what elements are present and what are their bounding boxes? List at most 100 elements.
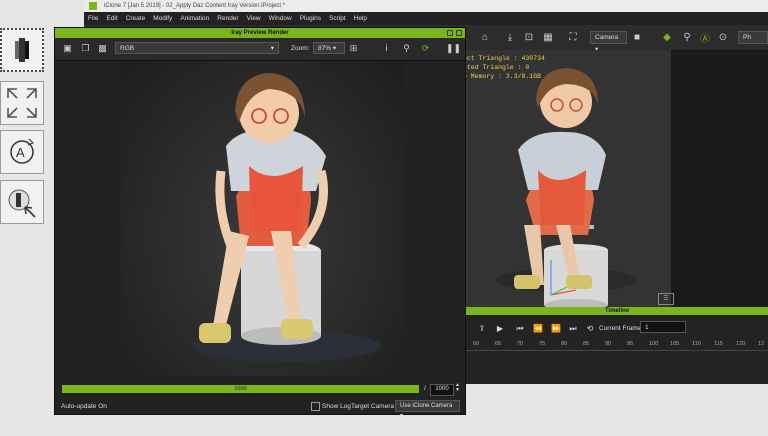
ruler-tick: 100	[649, 341, 659, 347]
target-camera-select[interactable]: Use iClone Camera ▾	[395, 400, 460, 419]
menu-script[interactable]: Script	[329, 15, 346, 22]
text-rotate-icon: A	[10, 138, 34, 164]
current-frame-input[interactable]: 1	[640, 321, 686, 333]
play-icon[interactable]: ▶	[494, 323, 506, 335]
timeline-title: Timeline	[466, 307, 768, 315]
export-icon[interactable]: ⇪	[476, 323, 488, 335]
zoom-select[interactable]: 87% ▾	[313, 42, 345, 54]
stat-triangle: ect Triangle : 430734	[463, 55, 545, 62]
zoom-label: Zoom:	[291, 45, 310, 52]
fit-view-icon	[7, 88, 37, 118]
menu-render[interactable]: Render	[217, 15, 238, 22]
grid-icon[interactable]: ▦	[541, 30, 555, 44]
menu-window[interactable]: Window	[269, 15, 292, 22]
last-frame-icon[interactable]: ⏭	[567, 323, 579, 335]
current-frame-label: Current Frame	[599, 325, 642, 332]
ruler-tick: 80	[561, 341, 568, 347]
selection-icon	[15, 38, 29, 62]
stat-selected-triangle: cted Triangle : 0	[463, 64, 530, 71]
ruler-tick: 60	[473, 341, 480, 347]
tile-pick-target[interactable]	[0, 180, 44, 224]
ruler-line	[466, 350, 768, 351]
menu-file[interactable]: File	[88, 15, 98, 22]
menu-create[interactable]: Create	[126, 15, 146, 22]
camera-view-icon[interactable]: ⛶	[566, 30, 580, 44]
ruler-tick: 75	[539, 341, 546, 347]
menu-modify[interactable]: Modify	[153, 15, 172, 22]
max-iterations-input[interactable]: 1000	[430, 384, 454, 396]
save-icon[interactable]: ▣	[61, 42, 74, 55]
channel-value: RGB	[120, 45, 135, 52]
home-icon[interactable]: ⌂	[478, 30, 492, 44]
close-icon[interactable]	[456, 30, 462, 36]
target-camera-value: Use iClone Camera	[400, 403, 453, 409]
download-icon[interactable]: ⤓	[503, 30, 517, 44]
checker-icon[interactable]: ▩	[96, 42, 109, 55]
copy-icon[interactable]: ❐	[79, 42, 92, 55]
render-progress-bar: 1000	[62, 385, 419, 393]
menu-animation[interactable]: Animation	[180, 15, 209, 22]
rendered-character	[191, 73, 381, 362]
video-camera-icon[interactable]: ■	[630, 30, 644, 44]
ruler-tick: 70	[517, 341, 524, 347]
camera-select-value: Camera	[595, 34, 619, 41]
ruler-tick: 65	[495, 341, 502, 347]
ruler-tick: 95	[627, 341, 634, 347]
ruler-tick: 90	[605, 341, 612, 347]
timeline-panel: ⇪ ▶ ⏮ ⏪ ⏩ ⏭ ⟲ Current Frame 1 60 65 70 7…	[466, 315, 768, 384]
show-log-checkbox[interactable]	[311, 402, 320, 411]
comment-icon[interactable]: ☰	[658, 293, 674, 305]
window-title: iClone 7 [Jan 5 2019] - 02_Apply Daz Con…	[84, 0, 768, 12]
frame-icon[interactable]: ⊡	[522, 30, 536, 44]
target-camera-label: Target Camera	[351, 403, 394, 410]
restore-icon[interactable]	[447, 30, 453, 36]
ph-button[interactable]: Ph	[738, 31, 768, 44]
auto-rotate-icon[interactable]: Ⓐ	[698, 30, 712, 45]
pick-target-icon	[8, 189, 36, 218]
tile-text-rotate[interactable]: A	[0, 130, 44, 174]
menu-view[interactable]: View	[247, 15, 261, 22]
menu-help[interactable]: Help	[354, 15, 367, 22]
display-icon[interactable]: ⊞	[347, 42, 360, 55]
iray-preview-window: Iray Preview Render ▣ ❐ ▩ RGB ▾ Zoom: 87…	[54, 27, 466, 419]
channel-select[interactable]: RGB ▾	[115, 42, 279, 54]
next-frame-icon[interactable]: ⏩	[550, 323, 562, 335]
camera-select[interactable]: Camera ▾	[590, 31, 627, 53]
iray-title: Iray Preview Render	[231, 30, 289, 36]
max-separator: /	[424, 385, 426, 392]
ruler-tick: 120	[736, 341, 746, 347]
refresh-icon[interactable]: ⟳	[419, 42, 432, 55]
menu-edit[interactable]: Edit	[106, 15, 117, 22]
ph-button-label: Ph	[743, 34, 751, 41]
app-logo-icon	[89, 2, 97, 10]
tile-fit-view[interactable]	[0, 81, 44, 125]
stat-memory: o Memory : 3.3/8.1GB	[463, 73, 542, 80]
tile-selection[interactable]	[0, 28, 44, 72]
progress-value: 1000	[234, 386, 247, 392]
info-icon[interactable]: ⅰ	[380, 42, 393, 55]
chevron-down-icon: ▾	[270, 45, 274, 52]
iray-title-bar: Iray Preview Render	[55, 28, 465, 38]
pick-icon-iray[interactable]: ⚲	[400, 42, 413, 55]
spinner-icon[interactable]: ▲ ▼	[455, 383, 460, 393]
menu-plugins[interactable]: Plugins	[300, 15, 321, 22]
ruler-tick: 105	[670, 341, 680, 347]
ruler-tick: 85	[583, 341, 590, 347]
render-canvas	[121, 61, 403, 376]
render-cube-icon[interactable]: ◆	[660, 30, 674, 44]
pause-icon[interactable]: ❚❚	[446, 42, 461, 55]
ruler-tick: 110	[692, 341, 701, 347]
pick-target-small-icon[interactable]: ⊙	[716, 30, 730, 44]
menu-bar: File Edit Create Modify Animation Render View W…	[84, 12, 768, 25]
prev-frame-icon[interactable]: ⏪	[532, 323, 544, 335]
scene-stats: ect Triangle : 430734 cted Triangle : 0 …	[463, 54, 545, 81]
first-frame-icon[interactable]: ⏮	[514, 323, 526, 335]
pick-icon[interactable]: ⚲	[680, 30, 694, 44]
ruler-tick: 115	[714, 341, 723, 347]
auto-update-status: Auto-update On	[61, 403, 107, 410]
svg-text:A: A	[16, 145, 25, 160]
viewport-character	[496, 68, 636, 307]
ruler-tick: 12	[758, 341, 765, 347]
loop-icon[interactable]: ⟲	[584, 323, 596, 335]
zoom-value: 87%	[318, 45, 332, 52]
